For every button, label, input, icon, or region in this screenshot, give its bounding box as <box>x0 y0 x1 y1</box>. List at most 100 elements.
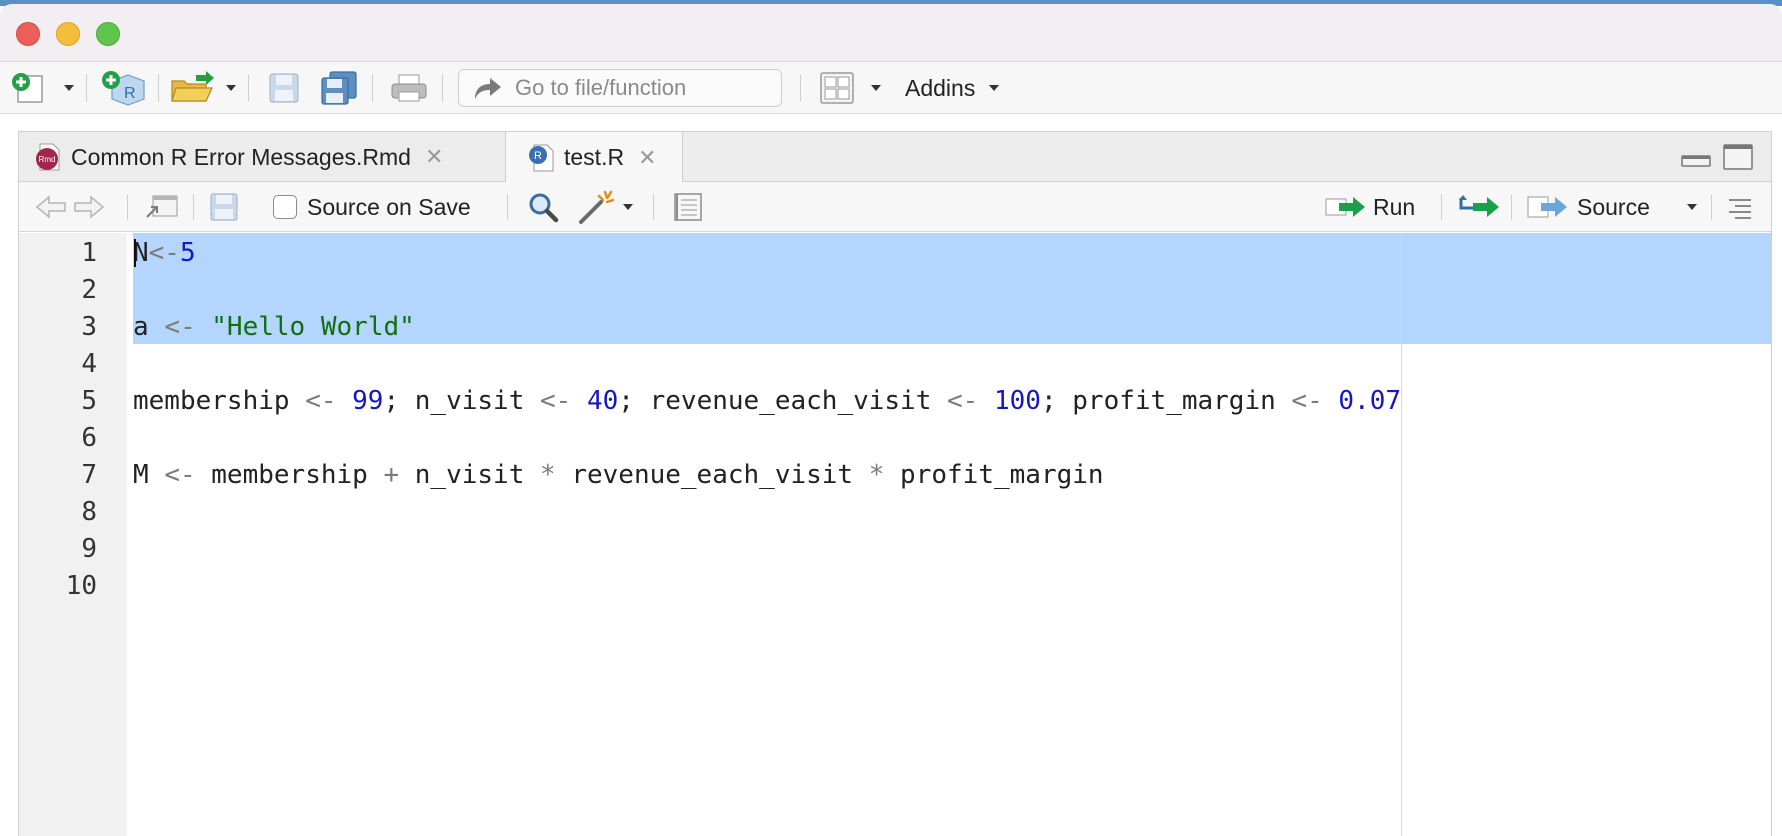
code-token: 100 <box>994 386 1041 416</box>
run-arrow-icon <box>1325 197 1365 217</box>
toolbar-divider <box>193 194 194 220</box>
toolbar-divider <box>1511 194 1512 220</box>
workspace-panes-button[interactable] <box>820 62 854 114</box>
svg-text:R: R <box>534 150 542 162</box>
open-file-dropdown[interactable] <box>226 62 236 114</box>
line-number: 8 <box>81 497 97 527</box>
show-in-new-window-button[interactable] <box>145 182 179 232</box>
source-button[interactable]: Source <box>1527 182 1650 232</box>
toolbar-divider <box>86 74 87 102</box>
editor-tab-bar: Rmd Common R Error Messages.Rmd ✕ R test… <box>19 132 1771 183</box>
code-token: + <box>383 460 400 490</box>
workspace-panes-dropdown[interactable] <box>871 62 881 114</box>
code-editor[interactable]: 1 2 3 4 5 6 7 8 9 10 N<-5 a <- "Hello World" member… <box>19 233 1771 836</box>
code-token: n_visit <box>399 460 541 490</box>
toolbar-divider <box>442 74 443 102</box>
chevron-down-icon <box>871 85 881 91</box>
toolbar-divider <box>248 74 249 102</box>
tab-common-r-error-messages[interactable]: Rmd Common R Error Messages.Rmd ✕ <box>35 132 523 182</box>
line-number: 2 <box>81 275 97 305</box>
save-all-button[interactable] <box>320 62 358 114</box>
code-token: * <box>868 460 885 490</box>
chevron-down-icon <box>623 204 633 210</box>
line-number: 3 <box>81 312 97 342</box>
toolbar-divider <box>158 74 159 102</box>
forward-button[interactable] <box>73 182 105 232</box>
tab-label: Common R Error Messages.Rmd <box>71 143 411 170</box>
close-window-button[interactable] <box>16 22 40 46</box>
line-number: 7 <box>81 460 97 490</box>
run-button[interactable]: Run <box>1325 182 1415 232</box>
run-label: Run <box>1373 193 1416 220</box>
print-button[interactable] <box>390 62 428 114</box>
code-line: N<-5 <box>133 235 196 272</box>
code-token: membership <box>195 460 384 490</box>
chevron-down-icon <box>64 85 74 91</box>
chevron-down-icon <box>989 85 1000 91</box>
line-number: 1 <box>81 238 97 268</box>
line-number: 10 <box>65 571 97 601</box>
new-project-icon: R <box>102 71 145 106</box>
minimize-pane-button[interactable] <box>1681 152 1711 173</box>
maximize-pane-icon <box>1723 144 1753 170</box>
editor-save-button[interactable] <box>209 182 239 232</box>
source-on-save-toggle[interactable]: Source on Save <box>273 182 471 232</box>
code-token: membership <box>133 386 306 416</box>
code-token: * <box>540 460 556 490</box>
code-line: M <- membership + n_visit * revenue_each… <box>133 457 1104 494</box>
new-project-button[interactable]: R <box>100 62 146 114</box>
new-file-icon <box>12 73 43 103</box>
minimize-window-button[interactable] <box>56 22 80 46</box>
re-run-button[interactable] <box>1457 182 1501 232</box>
save-icon <box>210 193 238 221</box>
code-token: ; profit_margin <box>1040 386 1292 416</box>
toolbar-divider <box>372 74 373 102</box>
print-icon <box>391 74 427 102</box>
go-to-file-function-input[interactable]: Go to file/function <box>458 69 782 107</box>
addins-label: Addins <box>905 74 976 101</box>
maximize-pane-button[interactable] <box>1723 144 1753 175</box>
find-replace-button[interactable] <box>527 182 559 232</box>
document-outline-button[interactable] <box>1725 182 1755 232</box>
close-icon[interactable]: ✕ <box>638 145 656 171</box>
toolbar-divider <box>653 194 654 220</box>
close-icon[interactable]: ✕ <box>425 144 443 170</box>
save-button[interactable] <box>268 62 300 114</box>
back-button[interactable] <box>35 182 67 232</box>
outline-icon <box>1729 199 1751 219</box>
new-file-button[interactable] <box>10 62 52 114</box>
tab-test-r[interactable]: R test.R ✕ <box>505 132 683 183</box>
new-file-dropdown[interactable] <box>64 62 74 114</box>
minimize-pane-icon <box>1681 155 1711 167</box>
save-all-icon <box>321 71 357 105</box>
code-token: revenue_each_visit <box>555 460 869 490</box>
toolbar-divider <box>507 194 508 220</box>
source-on-save-checkbox[interactable] <box>273 195 297 219</box>
line-number: 6 <box>81 423 97 453</box>
go-to-placeholder: Go to file/function <box>515 75 687 100</box>
chevron-down-icon <box>1687 204 1697 210</box>
code-token: 0.07 <box>1338 386 1402 416</box>
code-tools-button[interactable] <box>577 182 633 232</box>
compile-report-button[interactable] <box>673 182 703 232</box>
r-file-icon: R <box>529 144 554 171</box>
code-token: <- <box>164 460 196 490</box>
window-titlebar <box>0 4 1782 62</box>
code-token: <- <box>148 238 180 268</box>
code-token: M <box>133 460 165 490</box>
addins-menu[interactable]: Addins <box>905 62 1000 114</box>
line-number: 4 <box>81 349 97 379</box>
magic-wand-icon <box>579 190 615 224</box>
go-to-arrow-icon <box>475 78 501 99</box>
code-line: membership <- 99; n_visit <- 40; revenue… <box>133 383 1401 420</box>
code-token: <- <box>540 386 572 416</box>
open-file-button[interactable] <box>170 62 216 114</box>
source-editor-pane: Rmd Common R Error Messages.Rmd ✕ R test… <box>18 131 1772 836</box>
source-dropdown[interactable] <box>1687 182 1697 232</box>
toolbar-divider <box>1441 194 1442 220</box>
svg-text:Rmd: Rmd <box>39 155 56 164</box>
maximize-window-button[interactable] <box>96 22 120 46</box>
